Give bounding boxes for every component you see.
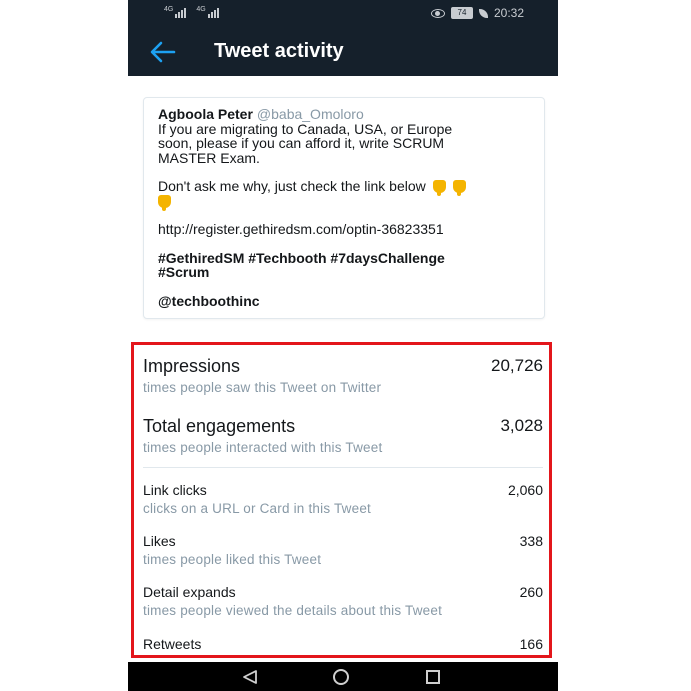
metric-detail-expands[interactable]: Detail expands 260 times people viewed t… [143, 584, 543, 618]
metric-retweets[interactable]: Retweets 166 [143, 636, 543, 652]
metric-description: times people viewed the details about th… [143, 603, 443, 618]
metric-label: Detail expands [143, 584, 236, 600]
tweet-mention[interactable]: @techboothinc [158, 293, 538, 309]
tweet-card[interactable]: Agboola Peter @baba_Omoloro If you are mi… [143, 97, 545, 319]
back-arrow-icon[interactable] [148, 40, 176, 64]
metric-value: 2,060 [507, 482, 543, 498]
author-handle: @baba_Omoloro [256, 106, 364, 122]
app-bar: Tweet activity [128, 28, 558, 76]
pointing-down-emoji-icon [432, 180, 446, 196]
status-right: 74 20:32 [430, 6, 524, 20]
pointing-down-emoji-icon [452, 180, 466, 196]
metric-value: 338 [519, 533, 543, 549]
metric-value: 166 [519, 636, 543, 652]
pointing-down-emoji-icon [158, 194, 171, 211]
metric-value: 260 [519, 584, 543, 600]
metric-label: Likes [143, 533, 176, 549]
tweet-text-line: MASTER Exam. [158, 149, 260, 166]
page-title: Tweet activity [214, 40, 344, 62]
phone-screen: 4G 4G 74 20:32 Tweet activity Agboola Pe… [128, 0, 558, 691]
tweet-hashtags[interactable]: #Scrum [158, 265, 538, 280]
signal-label: 4G [164, 6, 174, 13]
metric-link-clicks[interactable]: Link clicks 2,060 clicks on a URL or Car… [143, 482, 543, 516]
tweet-link[interactable]: http://register.gethiredsm.com/optin-368… [158, 222, 538, 237]
metric-engagements: Total engagements 3,028 times people int… [143, 416, 543, 455]
signal-indicators: 4G 4G [164, 6, 219, 18]
nav-back-icon[interactable] [242, 670, 258, 684]
metric-value: 20,726 [491, 356, 543, 375]
nav-home-icon[interactable] [333, 669, 349, 685]
battery-icon: 74 [450, 7, 473, 19]
signal-label: 4G [196, 6, 206, 13]
status-bar: 4G 4G 74 20:32 [128, 0, 558, 28]
metric-impressions: Impressions 20,726 times people saw this… [143, 356, 543, 395]
tweet-author: Agboola Peter @baba_Omoloro [158, 107, 538, 122]
system-nav-bar [128, 662, 558, 691]
metric-label: Total engagements [143, 416, 296, 436]
author-name: Agboola Peter [158, 106, 253, 122]
metric-label: Retweets [143, 636, 202, 652]
signal-icon: 4G [164, 6, 187, 18]
tweet-text-line: soon, please if you can afford it, write… [158, 135, 445, 151]
eye-comfort-icon [430, 8, 445, 18]
metric-description: clicks on a URL or Card in this Tweet [143, 501, 371, 516]
tweet-hashtags[interactable]: #GethiredSM #Techbooth #7daysChallenge [158, 250, 538, 266]
metric-label: Link clicks [143, 482, 207, 498]
metric-likes[interactable]: Likes 338 times people liked this Tweet [143, 533, 543, 567]
metric-description: times people interacted with this Tweet [143, 440, 383, 455]
status-time: 20:32 [493, 6, 524, 20]
nav-recents-icon[interactable] [426, 670, 440, 684]
metric-value: 3,028 [500, 416, 543, 435]
tweet-text-line [158, 194, 538, 211]
tweet-body: Agboola Peter @baba_Omoloro If you are mi… [158, 107, 538, 308]
metric-label: Impressions [143, 356, 241, 376]
metric-description: times people liked this Tweet [143, 552, 322, 567]
divider [143, 467, 543, 468]
tweet-text: Don't ask me why, just check the link be… [158, 178, 426, 194]
metric-description: times people saw this Tweet on Twitter [143, 380, 382, 395]
tweet-text-line: If you are migrating to Canada, USA, or … [158, 120, 453, 137]
power-saving-icon [478, 8, 488, 18]
signal-icon: 4G [196, 6, 219, 18]
tweet-text-line: Don't ask me why, just check the link be… [158, 178, 538, 196]
